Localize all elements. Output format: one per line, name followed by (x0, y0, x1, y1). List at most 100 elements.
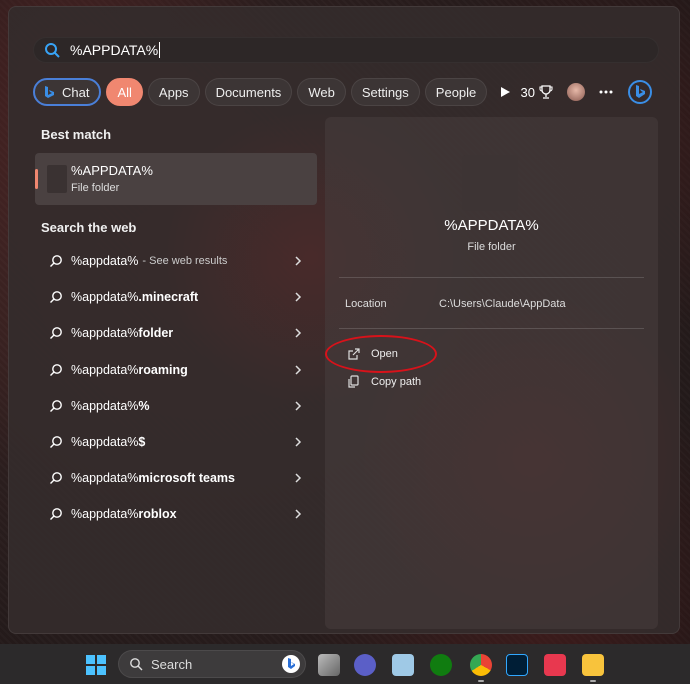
suggestion-completion: $ (138, 435, 146, 450)
best-match-result[interactable]: %APPDATA% File folder (35, 153, 317, 205)
suggestion-query: %appdata% (71, 471, 139, 486)
search-icon (50, 399, 62, 412)
task-view-icon[interactable] (318, 654, 340, 676)
suggestion-completion: folder (138, 326, 174, 341)
web-suggestions: %appdata% - See web results %appdata% .m… (35, 243, 317, 533)
search-input[interactable]: %APPDATA% (33, 37, 659, 63)
chat-chip[interactable]: Chat (33, 78, 102, 106)
search-query[interactable]: %APPDATA% (70, 42, 158, 58)
suggestion-hint: - See web results (142, 255, 228, 268)
divider (339, 328, 644, 329)
rewards-points[interactable]: 30 (521, 85, 553, 100)
location-label: Location (345, 298, 387, 310)
suggestion-query: %appdata% (71, 435, 139, 450)
chevron-right-icon (295, 328, 302, 338)
search-icon (50, 327, 62, 340)
list-item[interactable]: %appdata% roaming (35, 352, 317, 388)
suggestion-completion: .minecraft (138, 290, 199, 305)
chrome-icon[interactable] (470, 654, 492, 676)
xbox-icon[interactable] (430, 654, 452, 676)
suggestion-query: %appdata% (71, 398, 139, 413)
chevron-right-icon (295, 256, 302, 266)
search-icon (45, 43, 60, 58)
copy-path-button[interactable]: Copy path (347, 371, 421, 393)
suggestion-query: %appdata% (71, 254, 139, 269)
list-item[interactable]: %appdata% folder (35, 315, 317, 351)
more-filters-button[interactable] (492, 78, 518, 106)
chevron-right-icon (295, 509, 302, 519)
copy-icon (348, 375, 359, 388)
start-search-panel: %APPDATA% Chat All Apps Documents Web Se… (8, 6, 680, 634)
selection-accent (35, 169, 38, 189)
suggestion-completion: microsoft teams (138, 471, 235, 486)
search-web-heading: Search the web (41, 220, 137, 235)
search-toolbar-right: 30 (521, 77, 653, 107)
search-icon (50, 255, 62, 268)
search-icon (130, 658, 143, 671)
chevron-right-icon (295, 473, 302, 483)
avatar[interactable] (567, 83, 585, 101)
taskbar: Search (0, 644, 690, 684)
suggestion-query: %appdata% (71, 362, 139, 377)
bing-icon (45, 86, 54, 98)
search-icon (50, 436, 62, 449)
search-icon (50, 291, 62, 304)
list-item[interactable]: %appdata% $ (35, 424, 317, 460)
detail-type: File folder (467, 241, 516, 253)
chevron-right-icon (295, 292, 302, 302)
suggestion-completion: % (138, 398, 150, 413)
chevron-right-icon (295, 365, 302, 375)
list-item[interactable]: %appdata% - See web results (35, 243, 317, 279)
copy-path-label: Copy path (371, 376, 422, 388)
list-item[interactable]: %appdata% .minecraft (35, 279, 317, 315)
bing-chat-button[interactable] (627, 79, 653, 105)
result-detail-pane: %APPDATA% File folder Location C:\Users\… (325, 117, 658, 629)
running-indicator (478, 680, 484, 682)
search-icon (50, 508, 62, 521)
windows-start-icon[interactable] (86, 655, 106, 675)
chat-label: Chat (62, 84, 90, 100)
chevron-right-icon (295, 437, 302, 447)
folder-icon (462, 155, 518, 211)
text-caret (159, 42, 161, 58)
play-icon (501, 87, 511, 97)
people-chip[interactable]: People (424, 78, 488, 106)
list-item[interactable]: %appdata%% (35, 388, 317, 424)
location-value: C:\Users\Claude\AppData (439, 298, 566, 310)
rewards-points-value: 30 (520, 84, 535, 100)
taskbar-search-label: Search (151, 656, 193, 672)
folder-icon (47, 165, 67, 193)
detail-name: %APPDATA% (444, 217, 539, 234)
search-filters: Chat All Apps Documents Web Settings Peo… (33, 77, 518, 107)
divider (339, 277, 644, 278)
search-icon (50, 472, 62, 485)
apps-chip[interactable]: Apps (147, 78, 200, 106)
suggestion-completion: roblox (138, 507, 177, 522)
best-match-heading: Best match (41, 127, 112, 142)
all-chip[interactable]: All (106, 78, 143, 106)
list-item[interactable]: %appdata% microsoft teams (35, 460, 317, 496)
suggestion-query: %appdata% (71, 326, 139, 341)
anydesk-icon[interactable] (544, 654, 566, 676)
photoshop-icon[interactable] (506, 654, 528, 676)
taskbar-search[interactable]: Search (118, 650, 306, 678)
more-options-icon[interactable] (599, 90, 613, 94)
suggestion-completion: roaming (138, 362, 188, 377)
teams-chat-icon[interactable] (354, 654, 376, 676)
chevron-right-icon (295, 401, 302, 411)
app-icon[interactable] (392, 654, 414, 676)
web-chip[interactable]: Web (297, 78, 346, 106)
highlight-annotation (325, 335, 437, 373)
suggestion-query: %appdata% (71, 290, 139, 305)
trophy-icon (539, 85, 553, 99)
documents-chip[interactable]: Documents (204, 78, 293, 106)
settings-chip[interactable]: Settings (350, 78, 420, 106)
best-match-type: File folder (71, 182, 120, 194)
running-indicator (590, 680, 596, 682)
list-item[interactable]: %appdata% roblox (35, 496, 317, 532)
bing-icon (282, 655, 300, 673)
suggestion-query: %appdata% (71, 507, 139, 522)
file-explorer-icon[interactable] (582, 654, 604, 676)
search-icon (50, 363, 62, 376)
best-match-name: %APPDATA% (71, 163, 153, 178)
